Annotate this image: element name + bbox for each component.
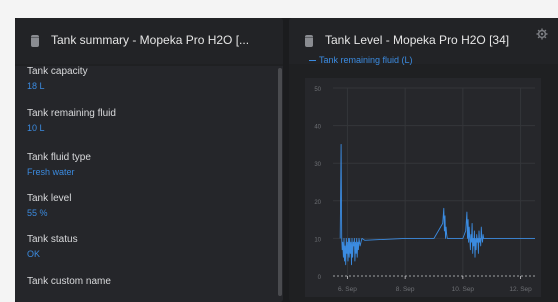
legend-label: Tank remaining fluid (L)	[319, 55, 413, 65]
field-value: 55 %	[27, 208, 48, 218]
y-tick-label: 10	[314, 237, 321, 243]
tank-level-chart[interactable]: 0 10 20 30 40 50 6. Sep 8. Sep 10. Sep 12. Sep	[305, 78, 541, 297]
field-label: Tank level	[27, 193, 72, 204]
y-tick-label: 20	[314, 200, 321, 206]
panel-title[interactable]: Tank summary - Mopeka Pro H2O [...	[51, 33, 271, 47]
chart-legend[interactable]: Tank remaining fluid (L)	[309, 55, 413, 65]
field-label: Tank status	[27, 234, 78, 245]
y-tick-label: 40	[314, 125, 321, 131]
tank-summary-panel: Tank summary - Mopeka Pro H2O [... Tank …	[15, 18, 283, 302]
field-label: Tank fluid type	[27, 152, 91, 163]
panel-header: Tank summary - Mopeka Pro H2O [...	[15, 18, 283, 64]
field-value: OK	[27, 249, 41, 259]
gear-icon[interactable]	[536, 28, 548, 40]
y-tick-label: 0	[318, 275, 322, 281]
field-list: Tank capacity 18 L Tank remaining fluid …	[15, 66, 283, 302]
chart-area[interactable]: 0 10 20 30 40 50 6. Sep 8. Sep 10. Sep 12. Sep	[305, 78, 541, 297]
field-tank-status: Tank status OK	[27, 234, 263, 260]
field-label: Tank capacity	[27, 66, 88, 77]
field-tank-custom-name: Tank custom name	[27, 276, 263, 290]
field-tank-level: Tank level 55 %	[27, 193, 263, 219]
field-value: 18 L	[27, 81, 45, 91]
tank-icon	[305, 35, 313, 47]
field-value: Fresh water	[27, 167, 75, 177]
y-tick-label: 30	[314, 162, 321, 168]
field-value: 10 L	[27, 123, 45, 133]
x-tick-label: 12. Sep	[509, 286, 532, 293]
x-tick-label: 8. Sep	[396, 286, 415, 293]
tank-icon	[31, 35, 39, 47]
scrollbar[interactable]	[278, 68, 282, 296]
y-tick-label: 50	[314, 87, 321, 93]
dashboard-frame: Tank summary - Mopeka Pro H2O [... Tank …	[15, 18, 558, 302]
x-tick-label: 10. Sep	[452, 286, 475, 293]
x-tick-label: 6. Sep	[338, 286, 357, 293]
field-label: Tank remaining fluid	[27, 108, 116, 119]
series-line	[339, 143, 535, 266]
tank-level-panel: Tank Level - Mopeka Pro H2O [34] Tank re…	[289, 18, 558, 302]
legend-line-icon	[309, 60, 316, 62]
field-tank-capacity: Tank capacity 18 L	[27, 66, 263, 92]
panel-title[interactable]: Tank Level - Mopeka Pro H2O [34]	[325, 33, 509, 47]
field-label: Tank custom name	[27, 276, 111, 287]
field-tank-fluid-type: Tank fluid type Fresh water	[27, 152, 263, 178]
field-tank-remaining-fluid: Tank remaining fluid 10 L	[27, 108, 263, 134]
